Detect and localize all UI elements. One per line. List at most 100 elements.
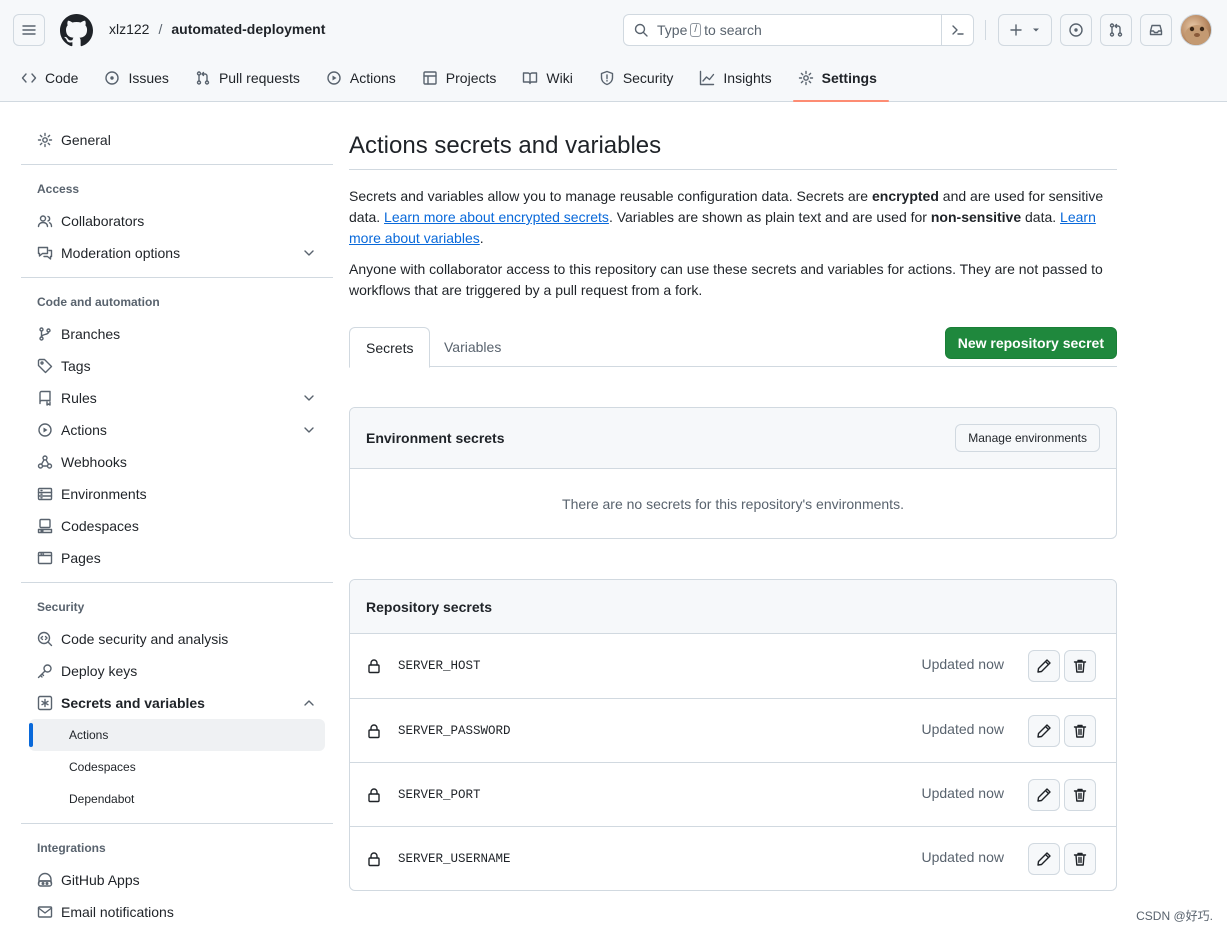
edit-secret-button[interactable] xyxy=(1028,715,1060,747)
sidebar-heading-code: Code and automation xyxy=(37,295,160,309)
tab-label: Security xyxy=(622,70,674,86)
sidebar-item-moderation[interactable]: Moderation options xyxy=(21,237,333,269)
webhook-icon xyxy=(37,455,53,469)
play-icon xyxy=(327,71,341,85)
tab-code[interactable]: Code xyxy=(16,60,90,96)
desc-bold-encrypted: encrypted xyxy=(871,188,939,204)
environment-secrets-header: Environment secrets Manage environments xyxy=(350,408,1116,469)
mail-icon xyxy=(37,906,53,918)
command-palette-button[interactable] xyxy=(941,15,973,45)
tab-projects[interactable]: Projects xyxy=(417,60,509,96)
sidebar-item-webhooks[interactable]: Webhooks xyxy=(21,446,333,478)
edit-secret-button[interactable] xyxy=(1028,650,1060,682)
key-icon xyxy=(37,664,52,679)
environment-secrets-heading: Environment secrets xyxy=(366,430,505,446)
server-icon xyxy=(37,487,53,501)
tab-pull-requests[interactable]: Pull requests xyxy=(190,60,312,96)
repo-nav-tabs: Code Issues Pull requests Actions Projec… xyxy=(16,60,898,102)
tab-label: Insights xyxy=(723,70,772,86)
secret-name: SERVER_HOST xyxy=(398,659,481,673)
secret-row: SERVER_PORT Updated now xyxy=(350,762,1116,826)
lock-icon xyxy=(368,851,380,866)
hamburger-icon xyxy=(22,25,36,35)
create-new-button[interactable] xyxy=(998,14,1052,46)
tab-label: Projects xyxy=(445,70,497,86)
sidebar-item-environments[interactable]: Environments xyxy=(21,478,333,510)
sidebar-item-actions[interactable]: Actions xyxy=(21,414,333,446)
description-paragraph: Secrets and variables allow you to manag… xyxy=(349,186,1117,249)
sidebar-item-label: Deploy keys xyxy=(61,663,138,679)
menu-button[interactable] xyxy=(13,14,45,46)
edit-secret-button[interactable] xyxy=(1028,843,1060,875)
desc-bold-non-sensitive: non-sensitive xyxy=(930,209,1022,225)
sidebar-item-pages[interactable]: Pages xyxy=(21,542,333,574)
tab-settings[interactable]: Settings xyxy=(792,60,890,102)
learn-more-secrets-link[interactable]: Learn more about encrypted secrets xyxy=(384,209,609,225)
sidebar-item-label: Environments xyxy=(61,486,147,502)
issues-header-button[interactable] xyxy=(1060,14,1092,46)
repo-name-link[interactable]: automated-deployment xyxy=(171,21,325,37)
sidebar-item-codespaces[interactable]: Codespaces xyxy=(21,510,333,542)
repo-push-icon xyxy=(39,390,51,406)
secret-row: SERVER_USERNAME Updated now xyxy=(350,826,1116,890)
sidebar-item-code-security[interactable]: Code security and analysis xyxy=(21,623,333,655)
lock-icon xyxy=(368,787,380,802)
delete-secret-button[interactable] xyxy=(1064,715,1096,747)
avatar-image-icon xyxy=(1185,25,1209,45)
delete-secret-button[interactable] xyxy=(1064,843,1096,875)
sidebar-item-collaborators[interactable]: Collaborators xyxy=(21,205,333,237)
tab-secrets[interactable]: Secrets xyxy=(349,327,431,368)
tab-security[interactable]: Security xyxy=(594,60,686,96)
desc-text: . Variables are shown as plain text and … xyxy=(608,209,931,225)
git-branch-icon xyxy=(39,327,51,341)
sidebar-divider xyxy=(21,823,333,824)
code-icon xyxy=(21,73,37,83)
sidebar-item-general[interactable]: General xyxy=(21,124,333,156)
sidebar-item-email-notifications[interactable]: Email notifications xyxy=(21,896,333,928)
sidebar-item-tags[interactable]: Tags xyxy=(21,350,333,382)
github-logo-icon[interactable] xyxy=(60,14,93,47)
sidebar-item-rules[interactable]: Rules xyxy=(21,382,333,414)
tab-label: Actions xyxy=(349,70,396,86)
sidebar-subitem-dependabot[interactable]: Dependabot xyxy=(29,783,325,815)
sidebar-item-label: Rules xyxy=(61,390,97,406)
tab-label: Code xyxy=(45,70,79,86)
sidebar-item-label: Collaborators xyxy=(61,213,145,229)
manage-environments-button[interactable]: Manage environments xyxy=(955,424,1100,452)
desc-text: data. xyxy=(1021,209,1061,225)
sidebar-item-label: Moderation options xyxy=(61,245,181,261)
codespaces-icon xyxy=(37,518,53,534)
tab-insights[interactable]: Insights xyxy=(694,60,783,96)
secret-updated: Updated now xyxy=(921,656,1004,672)
key-asterisk-icon xyxy=(37,695,53,711)
delete-secret-button[interactable] xyxy=(1064,779,1096,811)
search-input[interactable]: Type / to search xyxy=(623,14,974,46)
sidebar-subitem-actions[interactable]: Actions xyxy=(29,719,325,751)
codescan-icon xyxy=(37,631,53,647)
sidebar-item-github-apps[interactable]: GitHub Apps xyxy=(21,864,333,896)
tab-actions[interactable]: Actions xyxy=(321,60,408,96)
tab-wiki[interactable]: Wiki xyxy=(517,60,584,96)
sidebar-item-label: General xyxy=(61,132,111,148)
tab-variables[interactable]: Variables xyxy=(428,327,517,367)
repo-owner-link[interactable]: xlz122 xyxy=(109,21,149,37)
sidebar-divider xyxy=(21,277,333,278)
issue-opened-icon xyxy=(1069,23,1083,37)
page-title: Actions secrets and variables xyxy=(349,124,1117,170)
secret-row: SERVER_HOST Updated now xyxy=(350,634,1116,698)
sidebar-item-branches[interactable]: Branches xyxy=(21,318,333,350)
sidebar-item-secrets-variables[interactable]: Secrets and variables xyxy=(21,687,333,719)
new-repository-secret-button[interactable]: New repository secret xyxy=(944,327,1117,359)
git-pull-request-icon xyxy=(1109,23,1123,37)
delete-secret-button[interactable] xyxy=(1064,650,1096,682)
sidebar-subitem-codespaces[interactable]: Codespaces xyxy=(29,751,325,783)
sidebar-subitem-label: Dependabot xyxy=(69,792,135,806)
tab-issues[interactable]: Issues xyxy=(99,60,180,96)
search-shortcut-key: / xyxy=(690,23,702,37)
edit-secret-button[interactable] xyxy=(1028,779,1060,811)
secret-row: SERVER_PASSWORD Updated now xyxy=(350,698,1116,762)
sidebar-item-deploy-keys[interactable]: Deploy keys xyxy=(21,655,333,687)
pull-requests-header-button[interactable] xyxy=(1100,14,1132,46)
user-avatar[interactable] xyxy=(1180,14,1212,46)
inbox-button[interactable] xyxy=(1140,14,1172,46)
